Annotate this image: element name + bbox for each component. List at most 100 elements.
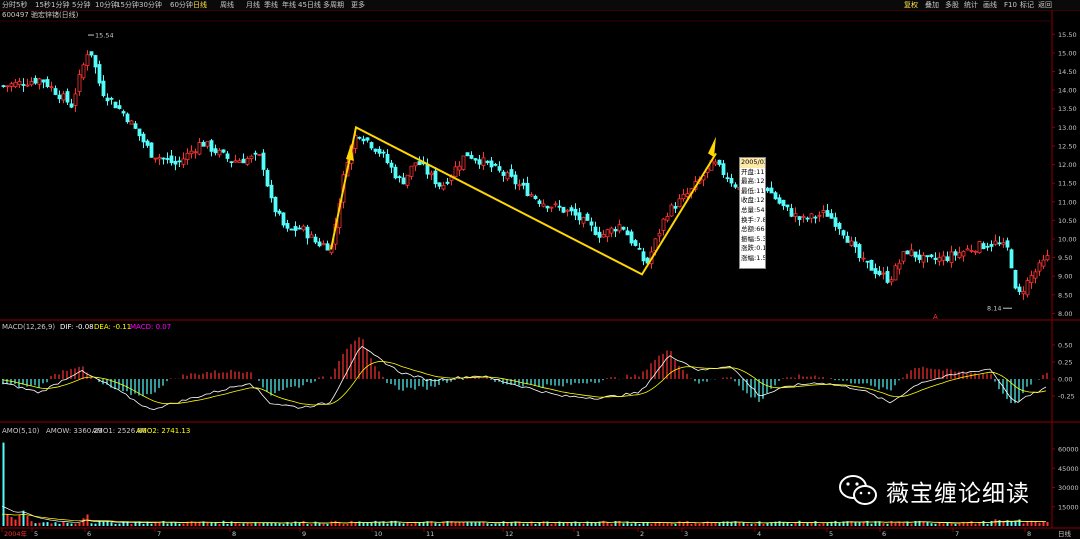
- candle-body: [53, 88, 58, 95]
- wechat-icon: [839, 475, 877, 505]
- candle-body: [237, 160, 242, 164]
- candle-body: [357, 136, 362, 139]
- candle-body: [133, 123, 138, 129]
- candle-body: [125, 113, 130, 123]
- candle-body: [581, 217, 586, 224]
- candle-body: [773, 192, 778, 200]
- candle-body: [93, 55, 98, 68]
- x-tick-label: 6: [87, 530, 91, 538]
- candle-body: [765, 187, 770, 192]
- amo-title: AMO(5,10): [2, 427, 40, 435]
- candle-body: [221, 149, 226, 153]
- macd-tick-label: -0.25: [1058, 393, 1075, 401]
- candle-body: [629, 231, 634, 244]
- candle-body: [493, 163, 498, 166]
- candle-body: [529, 194, 534, 197]
- candle-body: [261, 152, 266, 170]
- candle-body: [497, 166, 502, 171]
- candle-body: [525, 182, 530, 197]
- candle-body: [21, 84, 26, 86]
- candle-body: [17, 81, 22, 86]
- candle-body: [401, 177, 406, 185]
- candle-body: [577, 212, 582, 221]
- candle-body: [1037, 262, 1042, 272]
- candle-body: [33, 77, 38, 84]
- macd-tick-label: 0.00: [1058, 376, 1072, 384]
- candle-body: [789, 208, 794, 217]
- candle-body: [685, 193, 690, 197]
- candle-body: [901, 251, 906, 262]
- candle-body: [873, 268, 878, 275]
- candle-body: [113, 101, 118, 109]
- candle-body: [669, 204, 674, 217]
- candle-body: [309, 234, 314, 238]
- candle-body: [937, 257, 942, 262]
- stock-chart: 15.50 15.00 14.50 14.00 13.50 13.00 12.50 12.00…: [0, 10, 1080, 538]
- tooltip-line: 最高:12.40: [741, 177, 766, 186]
- price-tick-label: 9.50: [1058, 254, 1072, 262]
- macd-dea: DEA: -0.11: [94, 323, 131, 331]
- candle-body: [417, 161, 422, 166]
- candle-body: [197, 142, 202, 155]
- candle-body: [641, 251, 646, 262]
- amo-tick-label: 45000: [1058, 465, 1079, 473]
- candle-body: [1005, 240, 1010, 248]
- x-tick-label: 1: [576, 530, 580, 538]
- price-tick-label: 11.50: [1058, 180, 1077, 188]
- candle-body: [481, 157, 486, 166]
- candle-body: [909, 249, 914, 257]
- amo-tick-label: 15000: [1058, 503, 1079, 511]
- candle-body: [473, 158, 478, 161]
- candle-body: [9, 83, 14, 87]
- candle-body: [377, 148, 382, 154]
- candle-body: [849, 240, 854, 246]
- price-tick-label: 12.00: [1058, 161, 1077, 169]
- candle-body: [13, 81, 18, 87]
- low-label: 8.14: [987, 305, 1001, 313]
- candle-body: [897, 262, 902, 270]
- candle-body: [369, 142, 374, 149]
- candle-body: [193, 151, 198, 154]
- candle-body: [941, 255, 946, 261]
- price-tick-label: 14.00: [1058, 87, 1077, 95]
- candle-body: [785, 204, 790, 208]
- candle-body: [109, 97, 114, 100]
- candle-body: [65, 91, 70, 103]
- candle-body: [825, 210, 830, 217]
- candle-body: [797, 216, 802, 220]
- candle-body: [177, 160, 182, 163]
- x-tick-label: 9: [302, 530, 306, 538]
- candle-body: [593, 226, 598, 235]
- candle-body: [925, 255, 930, 258]
- candle-body: [425, 164, 430, 175]
- price-tick-label: 13.50: [1058, 105, 1077, 113]
- candle-body: [817, 214, 822, 217]
- tooltip-line: 振幅:5.38%: [741, 234, 766, 243]
- candle-body: [985, 245, 990, 248]
- candle-body: [721, 163, 726, 176]
- candle-body: [673, 206, 678, 209]
- candle-body: [557, 205, 562, 208]
- candle-body: [913, 251, 918, 258]
- price-tick-label: 15.00: [1058, 49, 1077, 57]
- candle-body: [889, 279, 894, 283]
- candle-body: [857, 244, 862, 259]
- candle-body: [777, 197, 782, 204]
- candle-body: [957, 252, 962, 258]
- candle-body: [837, 222, 842, 230]
- candle-body: [281, 212, 286, 226]
- candle-body: [589, 221, 594, 226]
- macd-tick-label: 0.50: [1058, 342, 1072, 350]
- candle-body: [865, 260, 870, 263]
- candle-body: [809, 213, 814, 219]
- candle-body: [85, 54, 90, 66]
- candle-body: [433, 170, 438, 185]
- price-tick-label: 13.00: [1058, 124, 1077, 132]
- candle-body: [305, 226, 310, 239]
- candle-body: [117, 105, 122, 109]
- x-tick-label: 10: [374, 530, 382, 538]
- candle-body: [137, 128, 142, 137]
- candle-body: [161, 157, 166, 160]
- candle-body: [89, 51, 94, 56]
- tooltip-line: 总额:6642万: [741, 225, 765, 234]
